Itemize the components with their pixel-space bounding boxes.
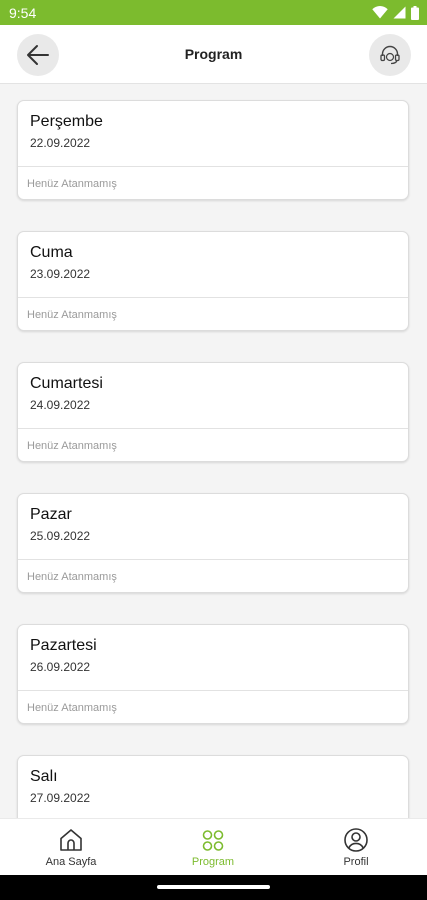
day-date: 25.09.2022 [30,529,91,543]
day-card[interactable]: Perşembe 22.09.2022 Henüz Atanmamış [17,100,409,200]
day-name: Perşembe [30,113,103,130]
home-gesture-handle[interactable] [157,885,270,889]
day-date: 26.09.2022 [30,660,91,674]
card-divider [18,690,408,691]
status-bar: 9:54 [0,0,427,25]
day-card[interactable]: Salı 27.09.2022 [17,755,409,818]
day-date: 23.09.2022 [30,267,91,281]
card-divider [18,166,408,167]
day-status: Henüz Atanmamış [27,178,117,190]
day-date: 22.09.2022 [30,136,91,150]
day-card[interactable]: Cuma 23.09.2022 Henüz Atanmamış [17,231,409,331]
day-list[interactable]: Perşembe 22.09.2022 Henüz Atanmamış Cuma… [0,84,427,818]
grid-icon [202,830,224,851]
nav-label-profile: Profil [343,856,369,868]
day-card[interactable]: Cumartesi 24.09.2022 Henüz Atanmamış [17,362,409,462]
system-nav-bar [0,875,427,900]
nav-item-program[interactable]: Program [142,819,284,876]
card-divider [18,297,408,298]
day-name: Cumartesi [30,375,103,392]
card-divider [18,428,408,429]
day-status: Henüz Atanmamış [27,440,117,452]
signal-icon [393,6,406,19]
battery-icon [411,5,419,20]
page-title: Program [184,46,243,62]
bottom-nav: Ana Sayfa Program Profil [0,818,427,876]
day-status: Henüz Atanmamış [27,702,117,714]
day-status: Henüz Atanmamış [27,309,117,321]
app-bar: Program [0,25,427,84]
day-name: Pazartesi [30,637,97,654]
card-divider [18,559,408,560]
status-time: 9:54 [9,5,37,21]
home-icon [60,829,82,851]
day-name: Pazar [30,506,72,523]
nav-item-home[interactable]: Ana Sayfa [0,819,142,876]
headset-icon [380,45,400,65]
day-name: Cuma [30,244,73,261]
support-button[interactable] [369,34,411,76]
status-icons [372,4,419,21]
nav-label-program: Program [191,856,235,868]
day-status: Henüz Atanmamış [27,571,117,583]
day-date: 27.09.2022 [30,791,91,805]
day-card[interactable]: Pazar 25.09.2022 Henüz Atanmamış [17,493,409,593]
wifi-icon [372,6,388,19]
nav-item-profile[interactable]: Profil [285,819,427,876]
nav-label-home: Ana Sayfa [45,856,97,868]
day-name: Salı [30,768,58,785]
day-card[interactable]: Pazartesi 26.09.2022 Henüz Atanmamış [17,624,409,724]
profile-icon [344,828,368,852]
day-date: 24.09.2022 [30,398,91,412]
